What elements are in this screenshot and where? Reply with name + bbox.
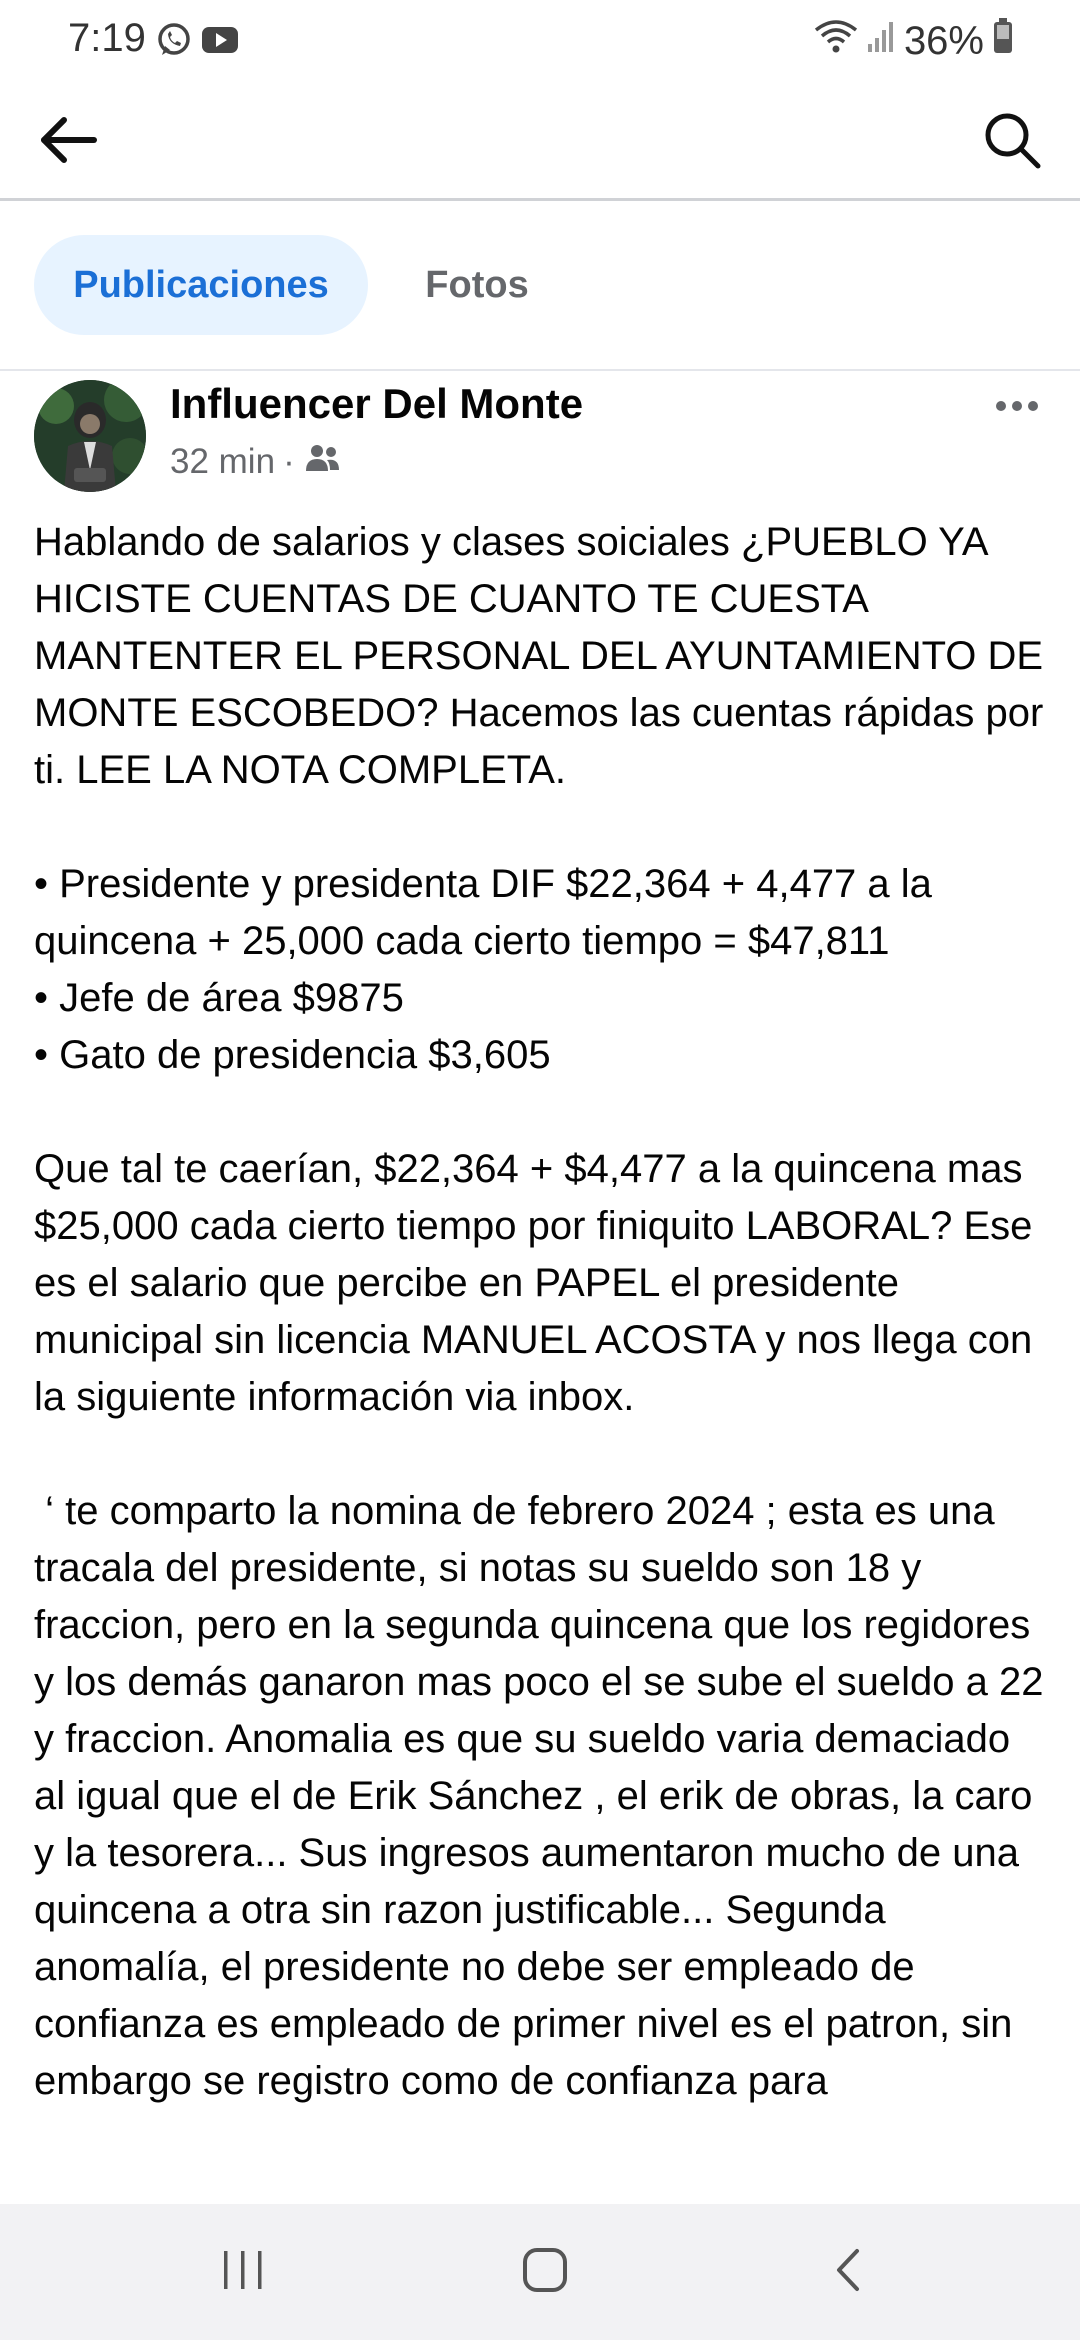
avatar[interactable] <box>34 380 146 492</box>
post-author-name[interactable]: Influencer Del Monte <box>170 380 583 428</box>
post-list-item: • Gato de presidencia $3,605 <box>34 1033 551 1077</box>
system-nav-bar <box>0 2204 1080 2340</box>
profile-tabs: Publicaciones Fotos <box>0 201 1080 371</box>
back-button[interactable] <box>30 104 106 180</box>
more-options-button[interactable] <box>982 386 1052 426</box>
post-paragraph: Hablando de salarios y clases soiciales … <box>34 520 1044 792</box>
youtube-icon <box>200 22 240 63</box>
recent-apps-button[interactable] <box>198 2232 288 2312</box>
search-button[interactable] <box>974 104 1050 180</box>
post-list-item: • Jefe de área $9875 <box>34 976 404 1020</box>
nav-back-button[interactable] <box>804 2232 894 2312</box>
recent-apps-icon <box>218 2247 268 2298</box>
avatar-image <box>34 380 146 492</box>
tab-publicaciones[interactable]: Publicaciones <box>34 235 368 335</box>
status-right-icons: 36% <box>814 16 1014 66</box>
search-icon <box>982 110 1042 175</box>
more-dot-icon <box>1012 401 1022 411</box>
post-meta: 32 min · <box>170 442 341 482</box>
signal-icon <box>866 16 896 66</box>
home-button[interactable] <box>500 2232 590 2312</box>
more-dot-icon <box>996 401 1006 411</box>
status-time: 7:19 <box>68 16 146 60</box>
battery-icon <box>992 17 1014 65</box>
post-time[interactable]: 32 min <box>170 442 275 482</box>
back-icon <box>829 2245 869 2300</box>
whatsapp-icon <box>156 22 192 63</box>
battery-percent: 36% <box>903 18 984 63</box>
home-icon <box>520 2245 570 2300</box>
status-notification-icons <box>156 22 240 63</box>
post-paragraph: ‘ te comparto la nomina de febrero 2024 … <box>34 1489 1044 2103</box>
post-header: Influencer Del Monte 32 min · <box>0 372 1080 502</box>
more-dot-icon <box>1028 401 1038 411</box>
wifi-icon <box>814 16 858 66</box>
post-list-item: • Presidente y presidenta DIF $22,364 + … <box>34 862 932 963</box>
friends-icon <box>303 442 341 482</box>
meta-separator: · <box>283 442 295 481</box>
top-app-bar <box>0 84 1080 201</box>
tab-fotos[interactable]: Fotos <box>402 235 552 335</box>
post-paragraph: Que tal te caerían, $22,364 + $4,477 a l… <box>34 1147 1033 1419</box>
arrow-left-icon <box>36 108 100 177</box>
status-bar: 7:19 36% <box>0 0 1080 84</box>
post-text: Hablando de salarios y clases soiciales … <box>34 514 1050 2204</box>
